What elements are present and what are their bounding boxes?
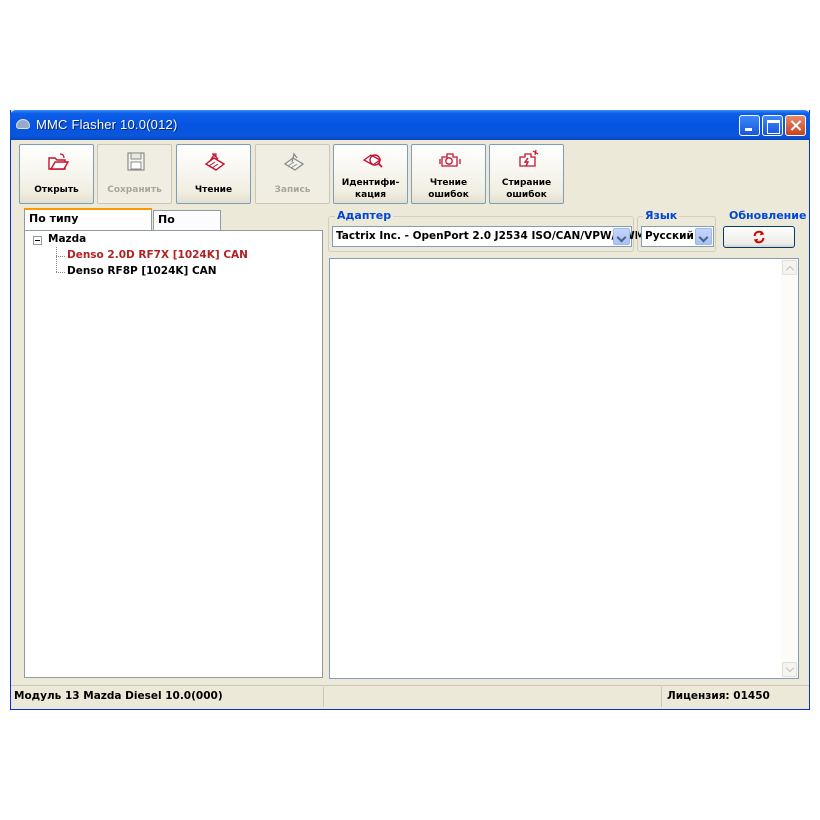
adapter-select-value: Tactrix Inc. - OpenPort 2.0 J2534 ISO/CA… [336,230,646,242]
adapter-group-label: Адаптер [335,209,394,222]
clear-errors-button-label: Стирание ошибок [501,178,552,200]
close-button[interactable] [785,115,806,136]
identify-button-label: Идентифи- кация [341,178,400,200]
minimize-button[interactable] [739,115,760,136]
update-button[interactable] [723,226,795,248]
status-module: Модуль 13 Mazda Diesel 10.0(000) [11,687,324,707]
tree-connector [56,247,57,272]
clear-errors-button[interactable]: Стирание ошибок [489,144,564,204]
tree-collapse-icon[interactable] [33,236,42,245]
read-errors-button-label: Чтение ошибок [428,178,469,200]
engine-read-errors-icon [439,153,461,167]
update-group: Обновление [719,209,809,252]
language-group-label: Язык [643,209,680,222]
identify-icon [362,154,383,168]
tree-node-mazda[interactable]: Mazda [48,233,86,245]
save-button-label: Сохранить [107,185,162,195]
read-errors-button[interactable]: Чтение ошибок [411,144,486,204]
write-button[interactable]: Запись [255,144,330,204]
scroll-down-button[interactable] [782,662,797,677]
floppy-disk-icon [127,152,145,171]
tree-node-denso-rf7x[interactable]: Denso 2.0D RF7X [1024K] CAN [67,249,248,261]
app-window: MMC Flasher 10.0(012) Открыть Сохранить [10,110,810,710]
chevron-down-icon[interactable] [613,228,630,245]
status-license: Лицензия: 01450 [667,690,770,702]
language-select-value: Русский [645,230,694,242]
vertical-scrollbar[interactable] [781,259,798,678]
language-group: Язык Русский [637,209,716,252]
ecu-write-icon [283,152,305,171]
folder-open-icon [48,153,69,170]
open-button-label: Открыть [34,185,79,195]
open-button[interactable]: Открыть [19,144,94,204]
tree-connector [56,272,65,273]
tree-view[interactable]: Mazda Denso 2.0D RF7X [1024K] CAN Denso … [24,230,323,678]
adapter-select[interactable]: Tactrix Inc. - OpenPort 2.0 J2534 ISO/CA… [332,226,645,247]
status-middle [324,687,662,707]
save-button[interactable]: Сохранить [97,144,172,204]
engine-clear-errors-icon [519,150,539,167]
chevron-down-icon[interactable] [695,228,712,245]
write-button-label: Запись [274,185,311,195]
title-bar[interactable]: MMC Flasher 10.0(012) [10,110,810,140]
tab-by-model[interactable]: По модели [153,210,221,244]
app-icon [16,119,30,129]
window-title: MMC Flasher 10.0(012) [36,117,178,132]
tree-node-denso-rf8p[interactable]: Denso RF8P [1024K] CAN [67,265,217,277]
tab-by-processor[interactable]: По типу процессора [24,208,152,243]
identify-button[interactable]: Идентифи- кация [333,144,408,204]
maximize-button[interactable] [762,115,783,136]
read-button-label: Чтение [194,185,233,195]
log-area[interactable] [329,258,799,679]
refresh-icon [753,230,765,244]
ecu-read-icon [204,153,226,171]
adapter-group: Адаптер Tactrix Inc. - OpenPort 2.0 J253… [328,209,645,252]
status-bar: Модуль 13 Mazda Diesel 10.0(000) Лицензи… [11,685,809,708]
read-button[interactable]: Чтение [176,144,251,204]
language-select[interactable]: Русский [641,226,714,247]
scroll-up-button[interactable] [782,260,797,275]
update-group-label: Обновление [727,209,809,222]
tree-connector [56,256,65,257]
